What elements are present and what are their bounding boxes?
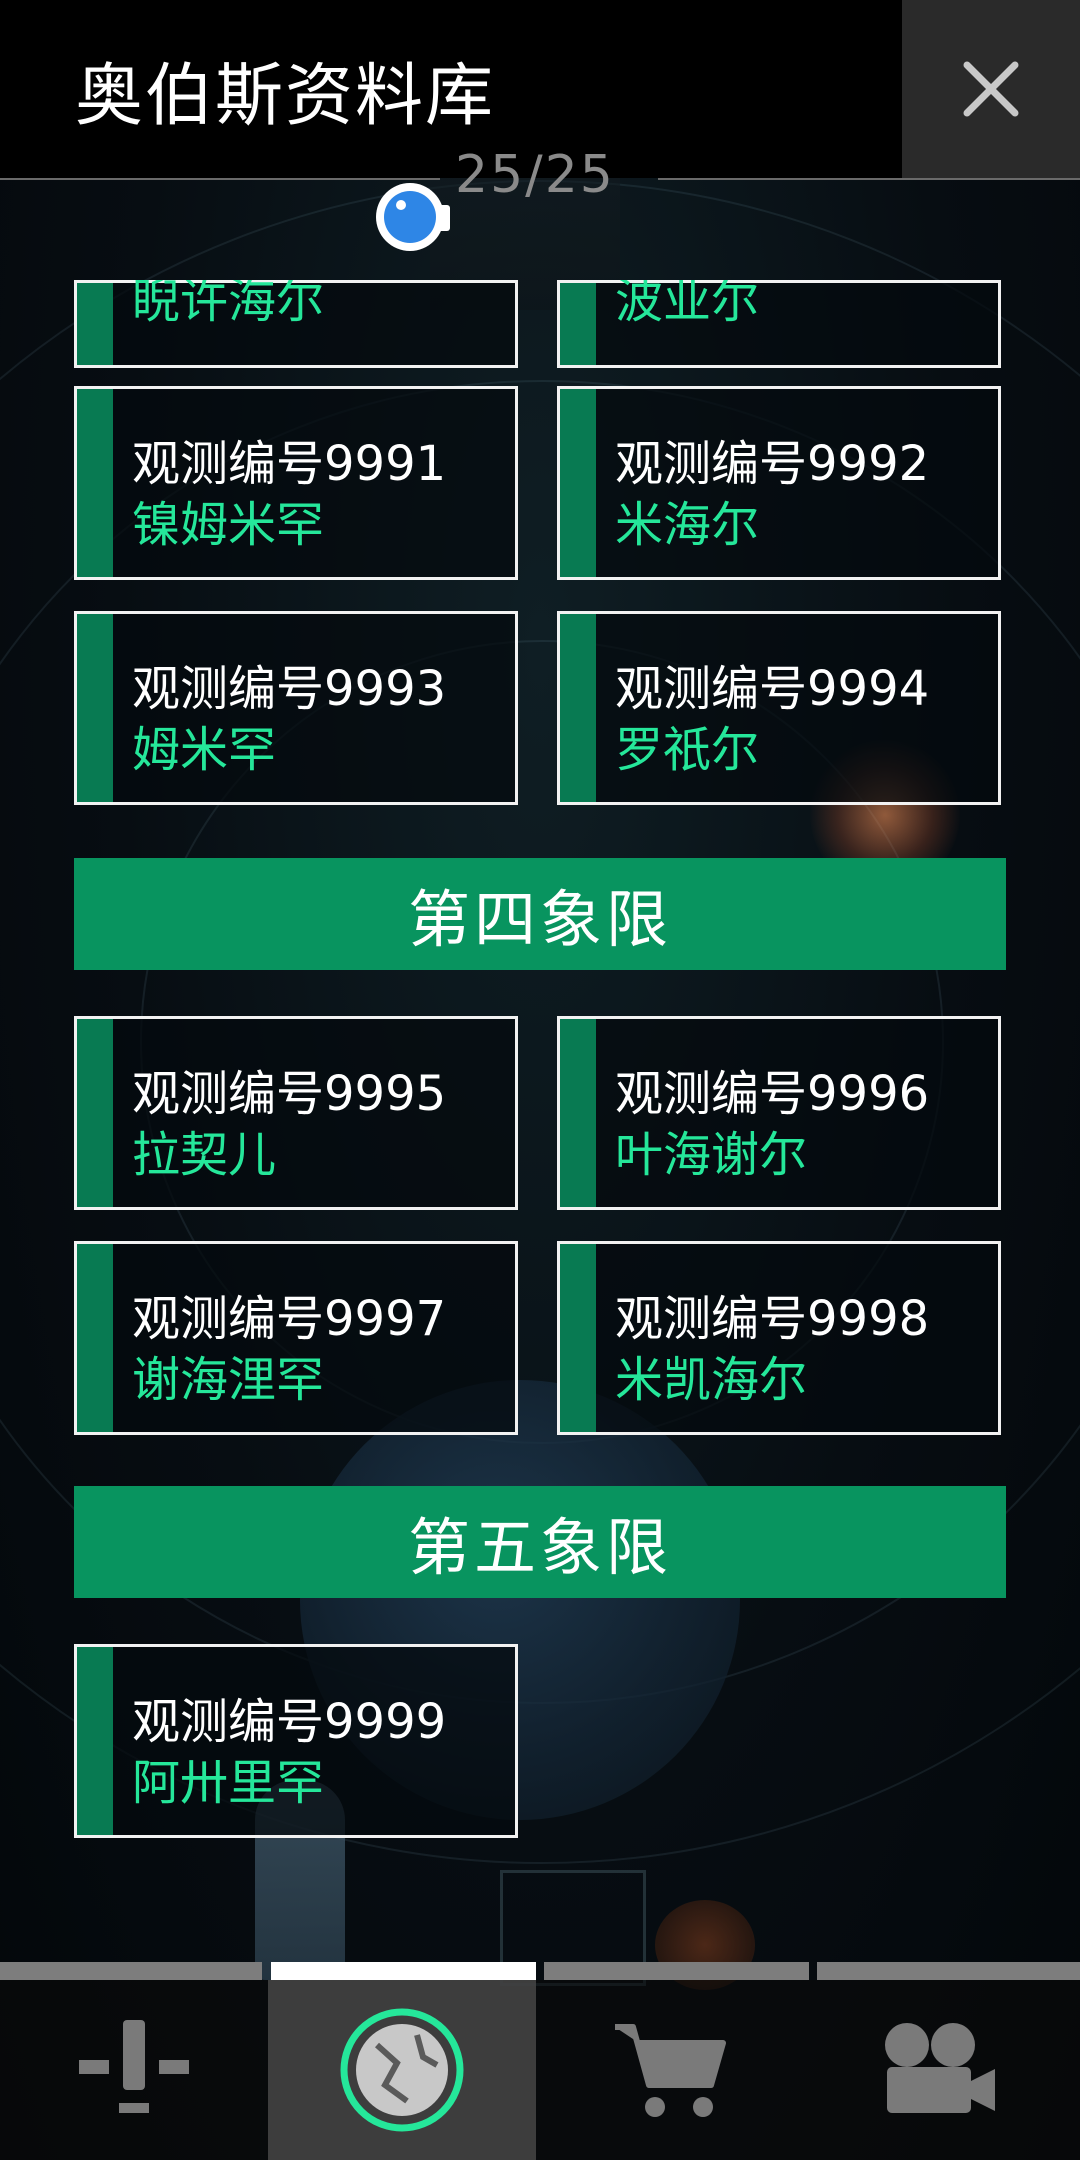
list-item[interactable]: 观测编号9995 拉契儿 xyxy=(74,1016,518,1210)
entry-name: 姆米罕 xyxy=(132,722,277,778)
close-icon xyxy=(963,61,1019,117)
header-divider-left xyxy=(0,178,440,180)
nav-video[interactable] xyxy=(804,1980,1072,2160)
entry-name: 米凯海尔 xyxy=(615,1352,808,1408)
card-stripe xyxy=(560,1019,596,1207)
list-item[interactable]: 观测编号9999 阿卅里罕 xyxy=(74,1644,518,1838)
entry-code: 观测编号9991 xyxy=(132,436,447,492)
list-item[interactable]: 观测编号9997 谢海浬罕 xyxy=(74,1241,518,1435)
nav-archive[interactable] xyxy=(268,1980,536,2160)
list-item[interactable]: 波业尔 xyxy=(557,280,1001,368)
entry-code: 观测编号9995 xyxy=(132,1066,447,1122)
entry-name: 米海尔 xyxy=(615,497,760,553)
list-item[interactable]: 观测编号9998 米凯海尔 xyxy=(557,1241,1001,1435)
header-divider-right xyxy=(658,178,1080,180)
entry-code: 观测编号9994 xyxy=(615,661,930,717)
card-stripe xyxy=(77,1019,113,1207)
header-bar: 奥伯斯资料库 xyxy=(0,0,902,178)
cart-icon xyxy=(615,2024,726,2117)
card-stripe xyxy=(77,1647,113,1835)
eye-icon[interactable] xyxy=(376,183,450,251)
page-counter: 25/25 xyxy=(455,145,615,205)
section-header-quadrant-5: 第五象限 xyxy=(74,1486,1006,1598)
entry-name: 谢海浬罕 xyxy=(132,1352,325,1408)
list-item[interactable]: 观测编号9993 姆米罕 xyxy=(74,611,518,805)
nav-indicator xyxy=(544,1962,809,1980)
entry-name: 波业尔 xyxy=(615,280,760,329)
card-stripe xyxy=(560,1244,596,1432)
entry-name: 拉契儿 xyxy=(132,1127,277,1183)
planet-icon xyxy=(340,2008,464,2132)
entry-code: 观测编号9993 xyxy=(132,661,447,717)
entry-name: 罗祇尔 xyxy=(615,722,760,778)
section-header-quadrant-4: 第四象限 xyxy=(74,858,1006,970)
list-item[interactable]: 观测编号9991 镍姆米罕 xyxy=(74,386,518,580)
list-item[interactable]: 观测编号9996 叶海谢尔 xyxy=(557,1016,1001,1210)
tools-icon xyxy=(79,2020,189,2113)
list-item[interactable]: 睨许海尔 xyxy=(74,280,518,368)
list-item[interactable]: 观测编号9994 罗祇尔 xyxy=(557,611,1001,805)
video-camera-icon xyxy=(885,2023,995,2113)
entry-code: 观测编号9997 xyxy=(132,1291,447,1347)
card-stripe xyxy=(560,283,596,365)
nav-indicator-active xyxy=(271,1962,536,1980)
card-stripe xyxy=(560,614,596,802)
list-item[interactable]: 观测编号9992 米海尔 xyxy=(557,386,1001,580)
nav-indicator-bars xyxy=(0,1962,1080,1980)
close-button[interactable] xyxy=(902,0,1080,178)
card-stripe xyxy=(77,389,113,577)
nav-shop[interactable] xyxy=(536,1980,804,2160)
entry-code: 观测编号9996 xyxy=(615,1066,930,1122)
card-stripe xyxy=(77,1244,113,1432)
entry-code: 观测编号9992 xyxy=(615,436,930,492)
entry-name: 睨许海尔 xyxy=(132,280,325,329)
page-title: 奥伯斯资料库 xyxy=(75,57,496,136)
card-stripe xyxy=(77,283,113,365)
entry-code: 观测编号9999 xyxy=(132,1694,447,1750)
entry-name: 阿卅里罕 xyxy=(132,1755,325,1811)
nav-indicator xyxy=(817,1962,1080,1980)
entry-list[interactable]: 睨许海尔 波业尔 观测编号9991 镍姆米罕 观测编号9992 米海尔 观测编号… xyxy=(0,280,1080,1940)
card-stripe xyxy=(560,389,596,577)
entry-name: 叶海谢尔 xyxy=(615,1127,808,1183)
nav-indicator xyxy=(0,1962,262,1980)
nav-tools[interactable] xyxy=(0,1980,268,2160)
bottom-nav xyxy=(0,1980,1080,2160)
entry-code: 观测编号9998 xyxy=(615,1291,930,1347)
card-stripe xyxy=(77,614,113,802)
entry-name: 镍姆米罕 xyxy=(132,497,325,553)
